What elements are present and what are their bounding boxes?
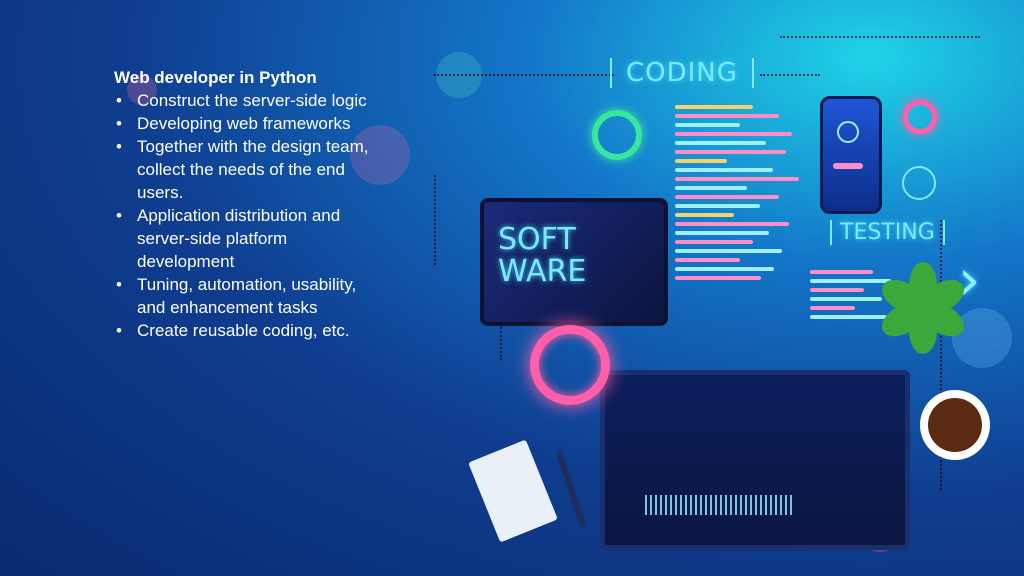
neon-ring-icon [530, 325, 610, 405]
connector-line [434, 74, 614, 76]
code-line [810, 288, 864, 292]
connector-line [760, 74, 820, 76]
slide: Web developer in Python Construct the se… [0, 0, 1024, 576]
software-development-illustration: CODING SOFT WARE TESTING › [420, 20, 1024, 576]
audio-waveform [645, 495, 795, 515]
bullet-item: Developing web frameworks [114, 112, 376, 135]
tablet-screen: SOFT WARE [480, 198, 668, 326]
code-line [675, 258, 740, 262]
coffee [928, 398, 982, 452]
outline-circle-icon [902, 166, 936, 200]
code-line [675, 267, 774, 271]
coding-label: CODING [610, 58, 754, 88]
code-line [675, 150, 786, 154]
code-line [810, 306, 855, 310]
code-line [675, 222, 790, 226]
notepad [468, 439, 558, 543]
code-line [675, 204, 760, 208]
code-line [675, 168, 773, 172]
code-line [675, 123, 740, 127]
code-line [675, 195, 779, 199]
coffee-cup [920, 390, 990, 460]
connector-line [434, 175, 436, 265]
bullet-item: Together with the design team, collect t… [114, 135, 376, 204]
software-label-line1: SOFT [498, 222, 576, 257]
bullet-item: Tuning, automation, usability, and enhan… [114, 273, 376, 319]
code-line [675, 177, 799, 181]
smartphone [820, 96, 882, 214]
user-group-icon [837, 121, 859, 143]
code-line [675, 231, 769, 235]
code-line [810, 270, 873, 274]
code-line [675, 132, 792, 136]
code-line [675, 105, 753, 109]
code-line [675, 186, 747, 190]
phone-progress-bar [833, 163, 863, 169]
code-line [675, 114, 779, 118]
text-block: Web developer in Python Construct the se… [114, 66, 376, 342]
bullet-item: Create reusable coding, etc. [114, 319, 376, 342]
bullet-item: Construct the server-side logic [114, 89, 376, 112]
bullet-item: Application distribution and server-side… [114, 204, 376, 273]
code-line [810, 315, 887, 319]
software-label-line2: WARE [498, 254, 587, 289]
potted-plant [876, 240, 970, 354]
code-line [675, 249, 782, 253]
code-editor-panel [675, 100, 805, 330]
neon-ring-icon [903, 100, 937, 134]
code-line [675, 240, 753, 244]
code-line [810, 297, 882, 301]
bullet-list: Construct the server-side logic Developi… [114, 89, 376, 342]
code-line [675, 276, 761, 280]
connector-line [780, 36, 980, 38]
slide-title: Web developer in Python [114, 68, 317, 87]
code-line [675, 141, 766, 145]
pen [556, 450, 586, 528]
progress-ring-icon [592, 110, 642, 160]
code-line [675, 159, 727, 163]
code-line [675, 213, 734, 217]
laptop-keyboard [600, 370, 910, 550]
